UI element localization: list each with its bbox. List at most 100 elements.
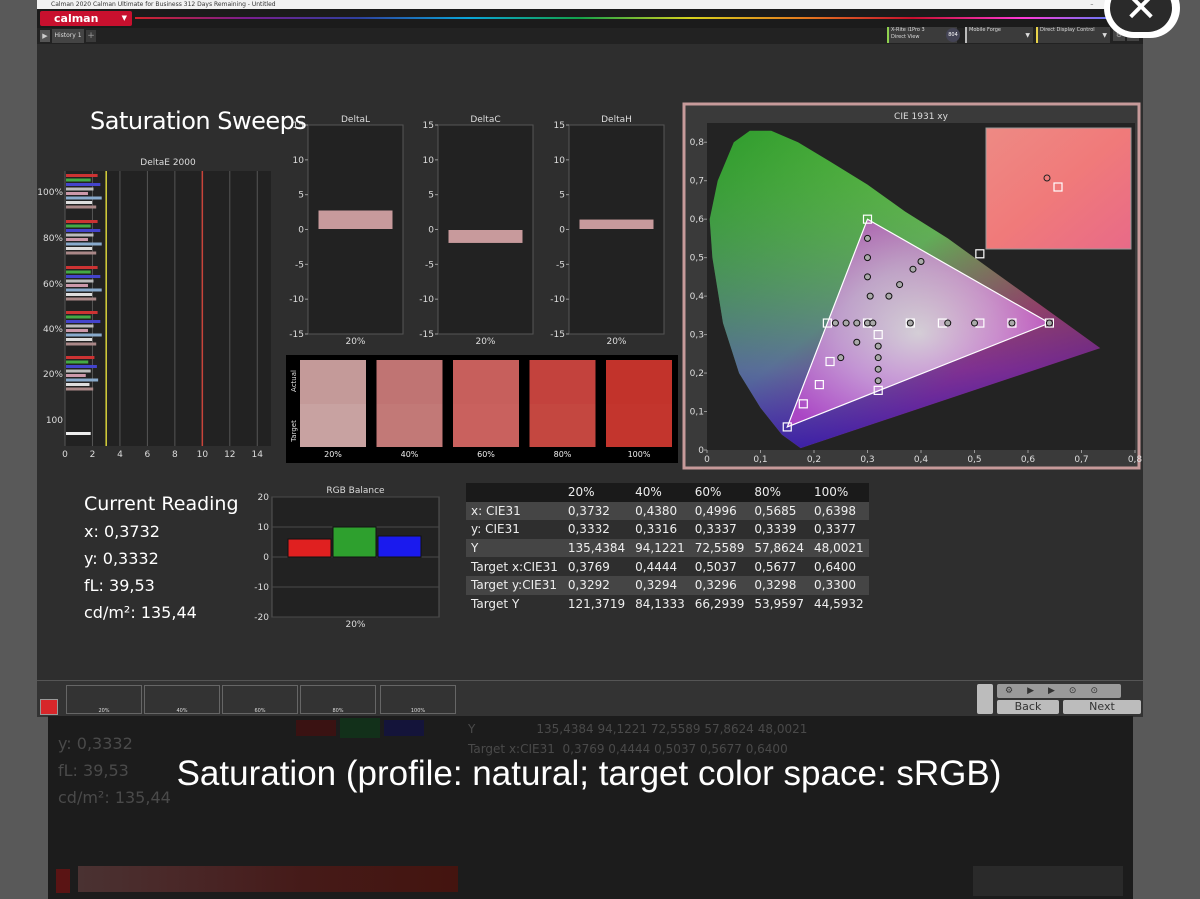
reading-x: x: 0,3732 (84, 522, 160, 541)
step-swatch-80[interactable]: 80% (300, 685, 376, 714)
zoom-inset (985, 127, 1132, 250)
y-tick-label: 0 (698, 446, 704, 456)
x-tick-label: 10 (197, 450, 209, 460)
measure-controls[interactable]: ⚙▶▶⊙⊙ (997, 684, 1121, 698)
measured-point (917, 257, 925, 265)
target-swatch (300, 404, 366, 447)
deltae-bar (66, 187, 94, 191)
back-button[interactable]: Back (997, 700, 1059, 714)
measured-point (874, 377, 882, 385)
y-tick-label: -10 (289, 295, 304, 305)
x-tick-label: 4 (117, 450, 123, 460)
title-bar: Calman 2020 Calman Ultimate for Business… (37, 0, 1143, 9)
ghost-red-bar (296, 720, 336, 736)
next-label: Next (1089, 700, 1115, 713)
target-swatch (376, 404, 443, 447)
measured-point (864, 234, 871, 242)
table-cell: 0,6398 (809, 501, 869, 521)
step-swatch-20[interactable]: 20% (66, 685, 142, 714)
table-cell: 44,5932 (814, 596, 864, 611)
measured-point (874, 342, 882, 350)
deltae-bar (66, 320, 101, 323)
y-tick-label: 0 (428, 226, 434, 236)
next-button[interactable]: Next (1063, 700, 1141, 714)
deltae-bar (66, 192, 88, 195)
deltae-chart: DeltaE 2000 0 2 4 6 8 10 12 14 100% 80% 60% 40% 20% 10… (37, 158, 271, 460)
deltae-bar (66, 275, 101, 278)
measured-point (837, 354, 845, 362)
measured-point (874, 365, 882, 373)
y-tick-label: 0,8 (690, 138, 705, 148)
logo-text: calman (54, 12, 99, 25)
source-selector[interactable]: Mobile Forge ▼ (965, 27, 1033, 43)
table-cell: 0,5037 (694, 559, 737, 574)
tab-history-1[interactable]: History 1 (52, 29, 84, 43)
plot-area (65, 171, 271, 446)
row-label: Y (466, 538, 563, 558)
history-nav-button[interactable]: ▶ (40, 30, 50, 42)
step-swatch-60[interactable]: 60% (222, 685, 298, 714)
chart-title: DeltaH (601, 115, 632, 125)
target-label: Target (290, 420, 298, 443)
table-cell: 0,3769 (567, 559, 610, 574)
table-cell: 0,4380 (630, 501, 690, 521)
deltal-chart: DeltaL151050-5-10-1520% (289, 115, 404, 347)
x-tick-label: 6 (145, 450, 151, 460)
measured-point (864, 273, 871, 281)
actual-swatch (300, 360, 366, 404)
y-tick-label: 40% (43, 325, 63, 335)
deltae-bar (66, 369, 91, 373)
measured-point (864, 254, 871, 262)
measured-point (1008, 319, 1016, 327)
deltae-bar (66, 329, 88, 332)
add-tab-button[interactable]: + (86, 30, 96, 42)
step-swatch-40[interactable]: 40% (144, 685, 220, 714)
table-header (466, 483, 563, 502)
cie-chart: CIE 1931 xy 0 0,1 0,2 0,3 0,4 0,5 0,6 0,7 0,8 0 0,1… (682, 102, 1142, 470)
y-tick-label: 0 (298, 226, 304, 236)
step-swatch-100[interactable]: 100% (380, 685, 456, 714)
table-cell: 0,3300 (809, 575, 869, 595)
table-cell: 0,3732 (562, 501, 631, 521)
deltae-bar (66, 242, 102, 246)
table-cell: 0,3339 (754, 522, 797, 537)
ghost-swatches (78, 866, 458, 892)
row-label: Target y:CIE31 (466, 575, 563, 595)
y-tick-label: 0 (263, 553, 269, 563)
measured-point (853, 338, 861, 346)
swatch-label: 40% (401, 450, 419, 459)
measured-point (853, 319, 861, 327)
rgb-balance-chart: RGB Balance 20 10 0 -10 -20 20% (254, 486, 440, 630)
stop-button[interactable] (977, 684, 993, 714)
step-label: 80% (332, 708, 344, 714)
table-cell: 66,2939 (694, 596, 745, 611)
calman-menu-button[interactable]: calman ▼ (40, 11, 132, 26)
deltae-bar (66, 383, 90, 386)
display-selector[interactable]: Direct Display Control ▼ (1036, 27, 1110, 43)
chart-title: DeltaC (470, 115, 500, 125)
table-cell: 72,5589 (689, 538, 750, 558)
table-cell: 0,3337 (694, 522, 737, 537)
chevron-down-icon: ▼ (121, 14, 127, 22)
deltah-chart: DeltaH 15 10 5 0 -5 -10 -15 20% (550, 115, 665, 347)
meter-badge[interactable]: 804 (946, 28, 960, 42)
y-tick-label: 0,7 (690, 177, 704, 187)
window-title: Calman 2020 Calman Ultimate for Business… (51, 1, 276, 8)
x-tick-label: 0,5 (967, 455, 981, 465)
x-tick-label: 12 (224, 450, 235, 460)
y-tick-label: -15 (289, 330, 304, 340)
x-tick-label: 0,4 (914, 455, 929, 465)
target-swatch (606, 404, 672, 447)
measured-point (1045, 319, 1053, 327)
chart-title: CIE 1931 xy (894, 112, 949, 122)
y-tick-label: -5 (556, 260, 565, 270)
table-cell: 0,3316 (635, 522, 678, 537)
table-cell: 0,3296 (689, 575, 750, 595)
y-tick-label: -10 (550, 295, 565, 305)
y-tick-label: -5 (425, 260, 434, 270)
y-tick-label: 15 (554, 121, 565, 131)
y-tick-label: 10 (423, 156, 435, 166)
y-tick-label: -10 (419, 295, 434, 305)
deltac-chart: DeltaC 15 10 5 0 -5 -10 -15 20% (419, 115, 534, 347)
y-tick-label: 5 (298, 191, 304, 201)
